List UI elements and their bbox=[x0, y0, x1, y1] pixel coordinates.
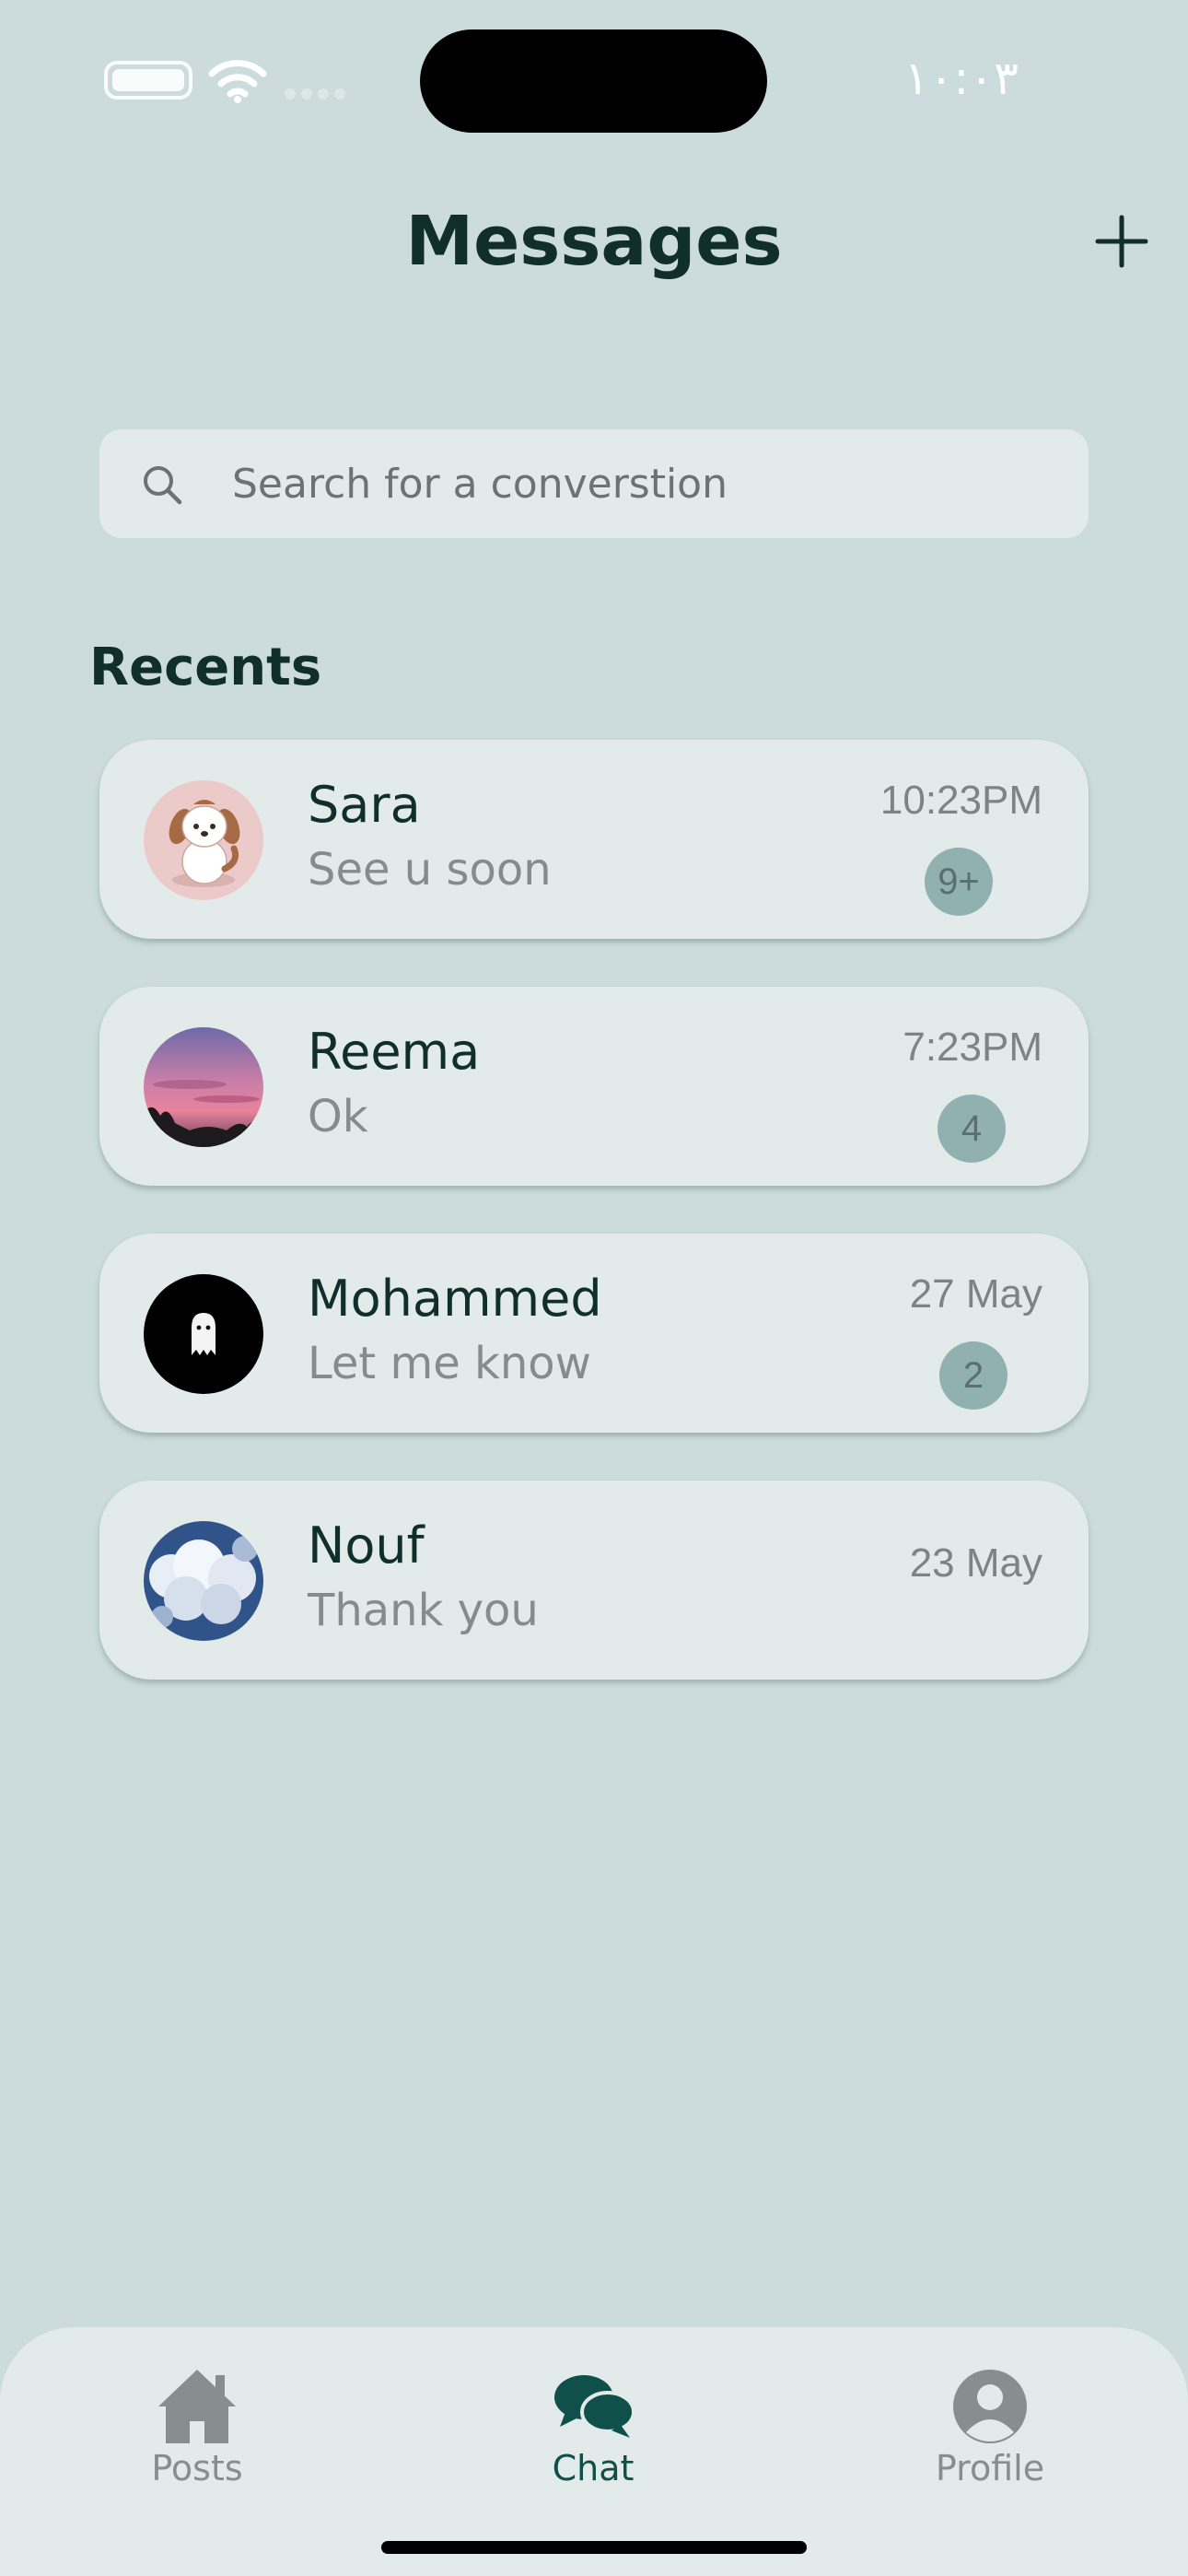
chat-name: Reema bbox=[308, 1023, 481, 1081]
tab-label: Profile bbox=[935, 2448, 1045, 2488]
battery-icon bbox=[104, 61, 192, 100]
search-input[interactable] bbox=[232, 429, 1061, 538]
dynamic-island bbox=[420, 29, 767, 133]
chat-name: Mohammed bbox=[308, 1270, 602, 1328]
unread-badge: 2 bbox=[939, 1341, 1007, 1410]
chat-preview: Thank you bbox=[308, 1585, 539, 1636]
recents-heading: Recents bbox=[89, 638, 322, 697]
person-circle-icon bbox=[953, 2370, 1027, 2443]
status-bar: ١٠:٠٣ bbox=[0, 0, 1188, 161]
tab-chat[interactable]: Chat bbox=[483, 2346, 704, 2512]
chat-bubbles-icon bbox=[554, 2375, 635, 2438]
chat-item-reema[interactable]: Reema Ok 7:23PM 4 bbox=[99, 987, 1089, 1186]
ghost-avatar bbox=[144, 1274, 263, 1394]
chat-name: Sara bbox=[308, 776, 421, 834]
chat-item-sara[interactable]: Sara See u soon 10:23PM 9+ bbox=[99, 740, 1089, 939]
unread-badge: 9+ bbox=[925, 848, 993, 916]
page-title: Messages bbox=[405, 202, 783, 281]
search-bar[interactable] bbox=[99, 429, 1089, 538]
sunset-sky-avatar bbox=[144, 1027, 263, 1147]
tab-label: Posts bbox=[151, 2448, 243, 2488]
cloudy-sky-avatar bbox=[144, 1521, 263, 1641]
status-time: ١٠:٠٣ bbox=[903, 52, 1019, 105]
plus-icon[interactable] bbox=[1092, 212, 1151, 271]
cellular-signal-icon bbox=[285, 88, 345, 100]
chat-preview: Let me know bbox=[308, 1338, 591, 1389]
chat-time: 23 May bbox=[909, 1540, 1042, 1586]
wifi-icon bbox=[208, 60, 267, 103]
chat-item-nouf[interactable]: Nouf Thank you 23 May bbox=[99, 1481, 1089, 1680]
tab-profile[interactable]: Profile bbox=[879, 2346, 1101, 2512]
tab-bar: Posts Chat Profile bbox=[0, 2327, 1188, 2576]
chat-preview: Ok bbox=[308, 1091, 368, 1142]
chat-item-mohammed[interactable]: Mohammed Let me know 27 May 2 bbox=[99, 1234, 1089, 1433]
tab-label: Chat bbox=[552, 2448, 635, 2488]
search-icon bbox=[144, 466, 182, 505]
unread-badge: 4 bbox=[938, 1095, 1006, 1163]
puppy-cartoon-avatar bbox=[144, 780, 263, 900]
chat-time: 7:23PM bbox=[903, 1025, 1042, 1070]
chat-time: 10:23PM bbox=[879, 778, 1042, 823]
chat-time: 27 May bbox=[909, 1271, 1042, 1317]
chat-name: Nouf bbox=[308, 1516, 425, 1575]
tab-posts[interactable]: Posts bbox=[87, 2346, 308, 2512]
home-indicator[interactable] bbox=[381, 2541, 807, 2554]
house-icon bbox=[158, 2370, 236, 2443]
chat-preview: See u soon bbox=[308, 844, 552, 896]
